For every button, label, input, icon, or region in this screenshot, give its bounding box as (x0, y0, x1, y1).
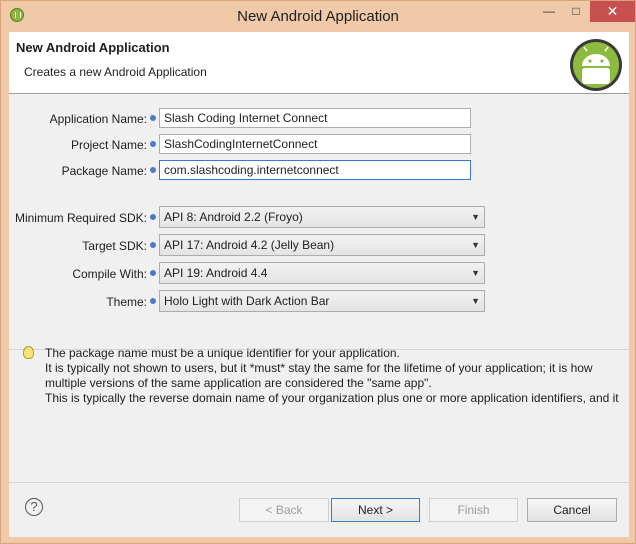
next-button[interactable]: Next > (331, 498, 420, 522)
page-title: New Android Application (16, 40, 170, 55)
back-button[interactable]: < Back (239, 498, 329, 522)
help-icon[interactable]: ? (25, 498, 43, 516)
theme-value: Holo Light with Dark Action Bar (164, 294, 330, 308)
application-name-field[interactable]: Slash Coding Internet Connect (159, 108, 471, 128)
target-sdk-label: Target SDK: (82, 239, 147, 253)
info-icon (150, 270, 156, 276)
theme-select[interactable]: Holo Light with Dark Action Bar ▼ (159, 290, 485, 312)
close-button[interactable]: ✕ (590, 1, 635, 22)
cancel-button[interactable]: Cancel (527, 498, 617, 522)
page-description: Creates a new Android Application (24, 65, 207, 79)
wizard-header: New Android Application Creates a new An… (9, 32, 629, 94)
package-name-label: Package Name: (61, 164, 147, 178)
minimum-sdk-label: Minimum Required SDK: (14, 211, 147, 225)
minimize-button[interactable]: — (536, 1, 562, 22)
android-logo-icon (570, 39, 622, 91)
minimum-sdk-select[interactable]: API 8: Android 2.2 (Froyo) ▼ (159, 206, 485, 228)
compile-with-label: Compile With: (72, 267, 147, 281)
chevron-down-icon: ▼ (471, 240, 480, 250)
project-name-field[interactable]: SlashCodingInternetConnect (159, 134, 471, 154)
compile-with-value: API 19: Android 4.4 (164, 266, 268, 280)
help-message-line: It is typically not shown to users, but … (45, 361, 593, 375)
info-icon (150, 214, 156, 220)
title-bar[interactable]: New Android Application — □ ✕ (1, 1, 635, 31)
project-name-label: Project Name: (70, 138, 147, 152)
info-icon (150, 115, 156, 121)
chevron-down-icon: ▼ (471, 212, 480, 222)
help-message-line: This is typically the reverse domain nam… (45, 391, 619, 405)
compile-with-select[interactable]: API 19: Android 4.4 ▼ (159, 262, 485, 284)
info-icon (150, 141, 156, 147)
application-name-label: Application Name: (49, 112, 147, 126)
target-sdk-select[interactable]: API 17: Android 4.2 (Jelly Bean) ▼ (159, 234, 485, 256)
dialog-window: New Android Application — □ ✕ New Androi… (0, 0, 636, 544)
help-message-line: multiple versions of the same applicatio… (45, 376, 432, 390)
lightbulb-icon (23, 346, 34, 359)
finish-button[interactable]: Finish (429, 498, 518, 522)
info-icon (150, 167, 156, 173)
dialog-content: New Android Application Creates a new An… (9, 32, 629, 537)
minimum-sdk-value: API 8: Android 2.2 (Froyo) (164, 210, 303, 224)
help-message-line: The package name must be a unique identi… (45, 346, 400, 360)
maximize-button[interactable]: □ (563, 1, 589, 22)
theme-label: Theme: (106, 295, 147, 309)
info-icon (150, 298, 156, 304)
chevron-down-icon: ▼ (471, 268, 480, 278)
info-icon (150, 242, 156, 248)
divider (9, 482, 629, 483)
target-sdk-value: API 17: Android 4.2 (Jelly Bean) (164, 238, 335, 252)
package-name-field[interactable]: com.slashcoding.internetconnect (159, 160, 471, 180)
chevron-down-icon: ▼ (471, 296, 480, 306)
